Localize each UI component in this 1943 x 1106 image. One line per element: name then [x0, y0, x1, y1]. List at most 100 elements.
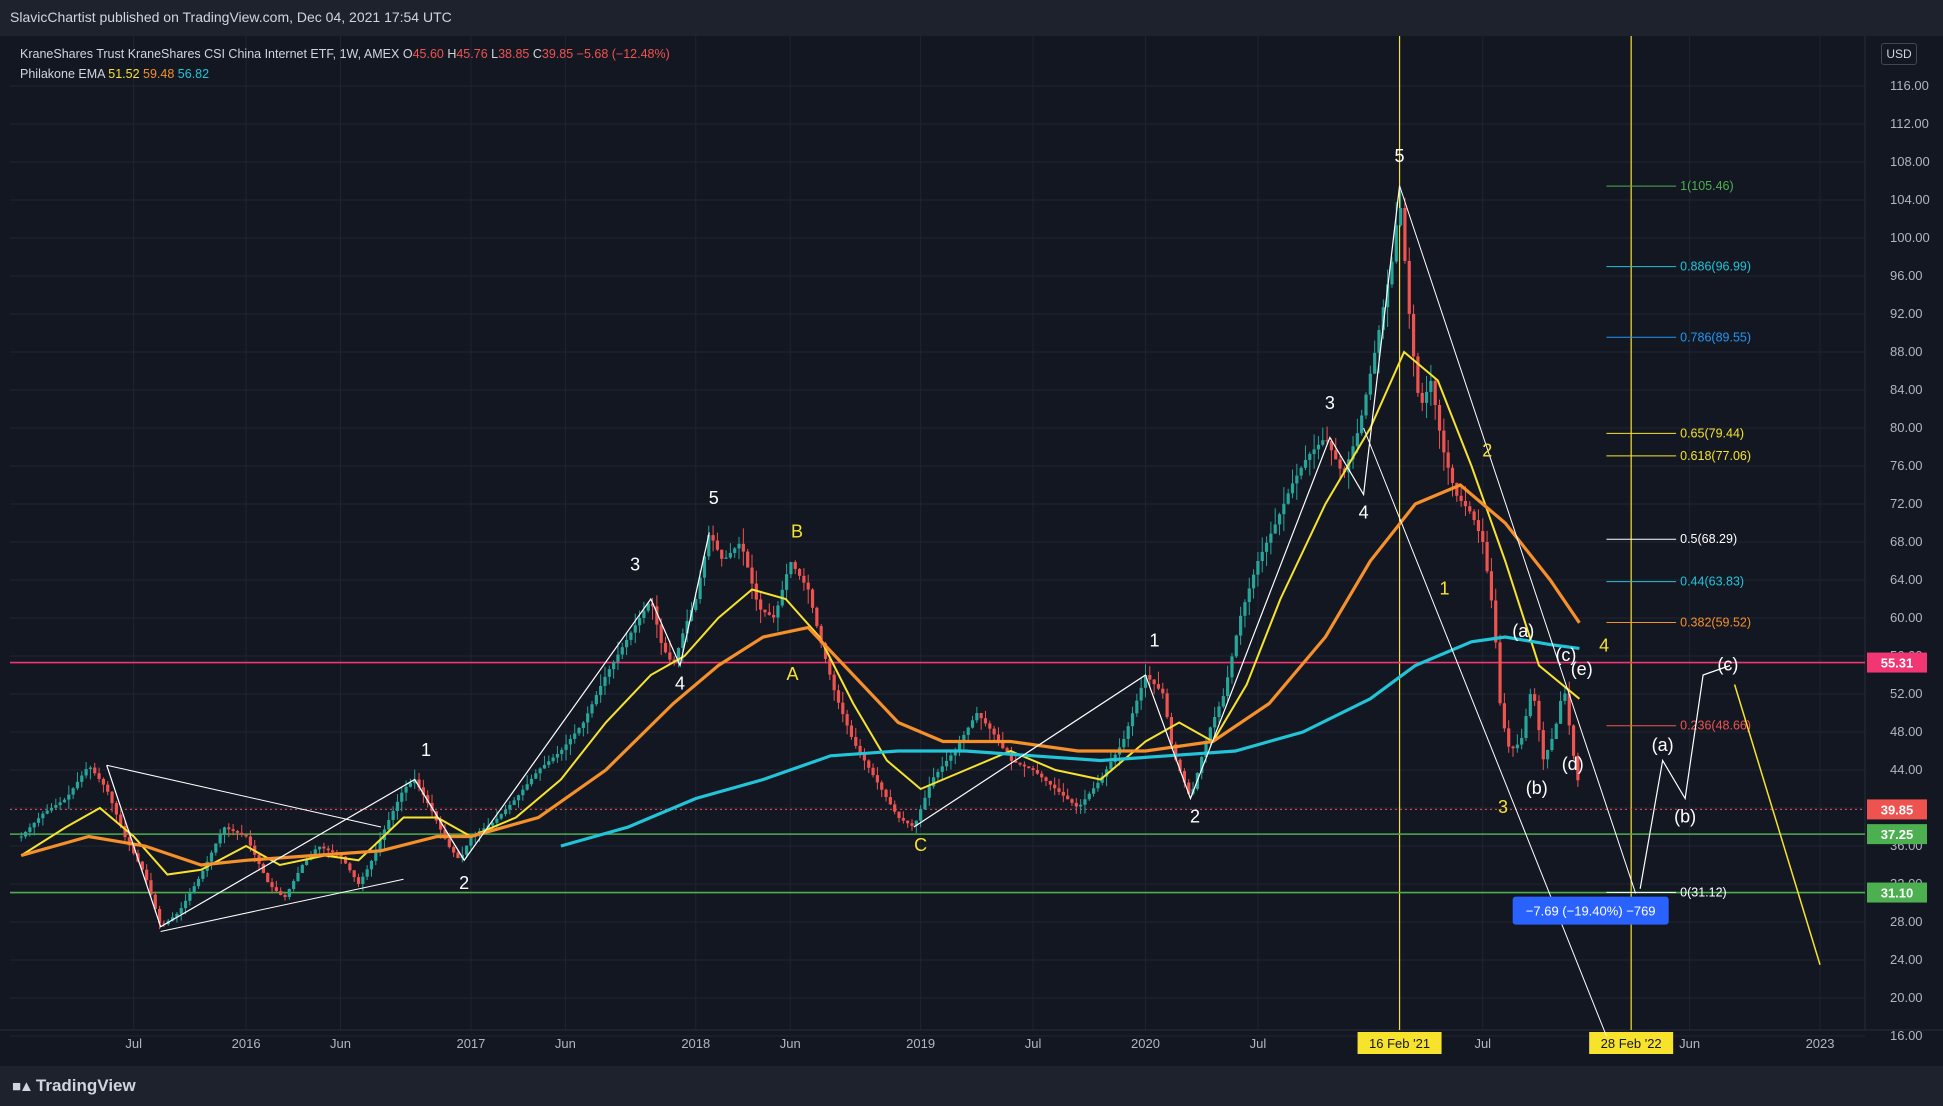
candle-body: [80, 775, 84, 782]
indicator-name[interactable]: Philakone EMA: [20, 67, 105, 81]
y-tick-label: 116.00: [1890, 78, 1929, 93]
candle-body: [49, 807, 54, 811]
candle-body: [841, 702, 845, 715]
candle-body: [1558, 700, 1563, 724]
ema-mid-value: 59.48: [143, 67, 175, 81]
candle-body: [1277, 514, 1282, 525]
x-tick-label: Jun: [555, 1036, 576, 1051]
candle-body: [1079, 804, 1083, 807]
candle-body: [1420, 392, 1424, 403]
wave-label: 1: [1440, 578, 1450, 598]
brand-name: TradingView: [35, 1076, 136, 1095]
candle-body: [1230, 656, 1234, 678]
candle-body: [244, 834, 248, 837]
candle-body: [741, 543, 745, 552]
measure-label: −7.69 (−19.40%) −769: [1526, 904, 1656, 919]
candle-body: [1316, 444, 1321, 450]
y-tick-label: 48.00: [1890, 724, 1923, 739]
wave-label: 4: [675, 673, 685, 693]
candle-body: [67, 794, 71, 800]
price-chart[interactable]: 16.0020.0024.0028.0032.0036.0040.0044.00…: [0, 36, 1943, 1066]
candle-body: [966, 727, 970, 735]
ema-slow-value: 56.82: [177, 67, 210, 81]
tradingview-logo[interactable]: ■▲ TradingView: [12, 1076, 136, 1096]
candle-body: [867, 760, 871, 768]
candle-body: [330, 850, 335, 853]
candle-body: [495, 818, 499, 823]
candle-body: [1571, 725, 1576, 756]
candle-body: [1541, 730, 1545, 760]
candle-body: [490, 822, 495, 826]
y-tick-label: 108.00: [1890, 154, 1930, 169]
candle-body: [28, 827, 32, 832]
candle-body: [1481, 531, 1485, 542]
candle-body: [23, 831, 28, 837]
wave-label: (a): [1652, 735, 1674, 755]
wave-label: 2: [1190, 806, 1200, 826]
candle-body: [784, 574, 789, 590]
ema-fast-value: 51.52: [108, 67, 140, 81]
candle-body: [1091, 788, 1096, 794]
candle-body: [927, 786, 931, 798]
candle-body: [1165, 693, 1169, 718]
candle-body: [1074, 802, 1078, 807]
candle-body: [564, 744, 568, 750]
candle-body: [737, 543, 741, 549]
publisher-bar: SlavicChartist published on TradingView.…: [0, 0, 1943, 36]
candle-body: [214, 843, 218, 853]
candle-body: [84, 769, 88, 776]
candle-body: [248, 836, 253, 846]
symbol-name: KraneShares Trust KraneShares CSI China …: [20, 47, 400, 61]
candle-body: [854, 736, 858, 746]
candle-body: [369, 860, 374, 870]
candle-body: [1468, 506, 1472, 512]
candle-body: [1264, 542, 1269, 552]
candle-body: [521, 789, 525, 796]
candle-body: [391, 810, 395, 821]
candle-body: [810, 589, 815, 608]
candle-body: [1489, 571, 1494, 601]
candle-body: [1282, 503, 1286, 515]
candle-body: [806, 582, 810, 590]
chart-legend: KraneShares Trust KraneShares CSI China …: [20, 44, 670, 84]
candle-body: [957, 742, 962, 750]
tradingview-logo-icon: ■▲: [12, 1078, 34, 1095]
candle-body: [1044, 777, 1048, 781]
candle-body: [71, 788, 75, 795]
candle-body: [663, 642, 668, 653]
candle-body: [1476, 520, 1481, 532]
candle-body: [404, 786, 408, 793]
y-tick-label: 28.00: [1890, 914, 1923, 929]
candle-body: [923, 797, 927, 810]
x-tick-label: Jul: [1474, 1036, 1491, 1051]
fib-level-label: 0.886(96.99): [1680, 260, 1751, 274]
candle-body: [1057, 788, 1061, 792]
wave-label: 4: [1599, 635, 1609, 655]
candle-body: [1437, 405, 1442, 431]
candle-body: [763, 609, 767, 613]
candle-body: [45, 810, 49, 814]
candle-body: [1243, 602, 1247, 616]
candle-body: [235, 831, 240, 833]
candle-body: [97, 773, 101, 779]
candle-body: [897, 811, 901, 819]
candle-body: [1550, 739, 1554, 750]
x-tick-label: 2019: [906, 1036, 935, 1051]
candle-body: [1360, 415, 1364, 434]
candle-body: [196, 878, 201, 887]
wave-label: 1: [1149, 631, 1159, 651]
candle-body: [1446, 452, 1450, 468]
y-tick-label: 80.00: [1890, 420, 1923, 435]
candle-body: [352, 870, 356, 878]
fib-level-label: 0.618(77.06): [1680, 449, 1751, 463]
candle-body: [940, 766, 944, 772]
y-tick-label: 72.00: [1890, 496, 1923, 511]
candle-body: [512, 800, 516, 805]
candle-body: [395, 801, 400, 811]
candle-body: [1463, 500, 1468, 507]
candle-body: [1403, 207, 1407, 261]
y-tick-label: 76.00: [1890, 458, 1923, 473]
currency-badge[interactable]: USD: [1881, 43, 1917, 65]
candle-body: [1338, 459, 1342, 469]
fib-level-label: 0(31.12): [1680, 885, 1727, 899]
